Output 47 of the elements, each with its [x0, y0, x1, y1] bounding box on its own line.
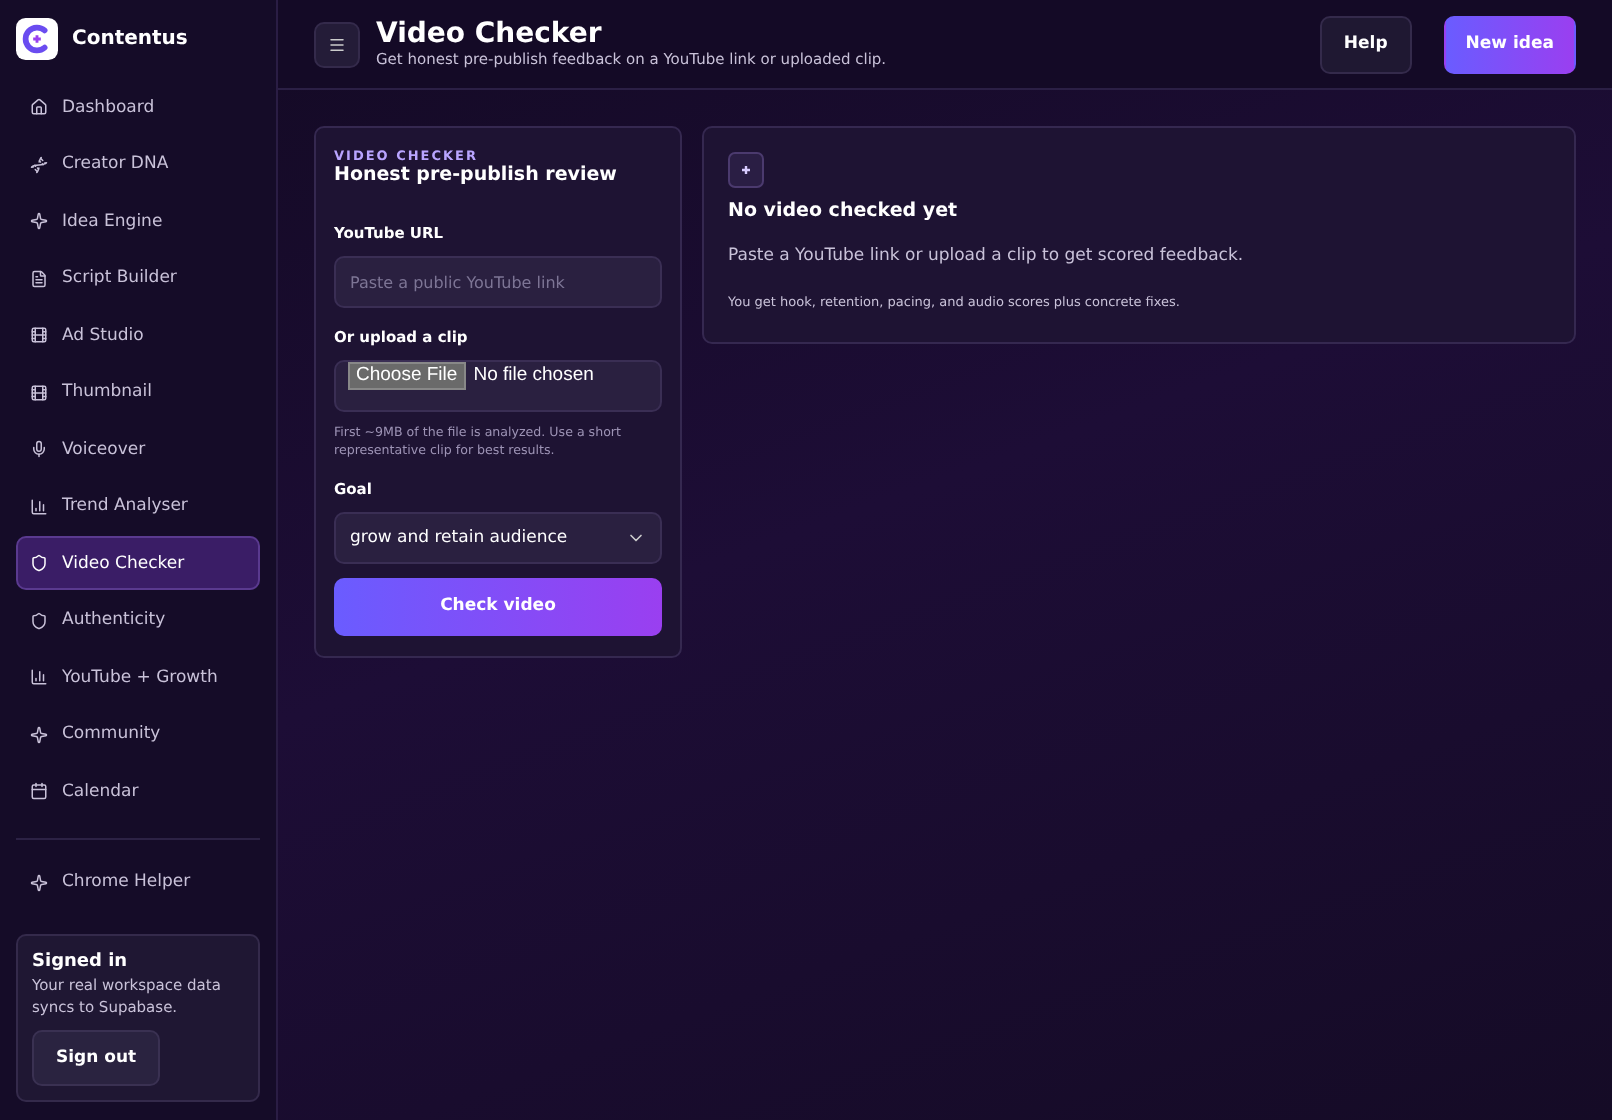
sparkle-icon — [30, 725, 48, 743]
calendar-icon — [30, 782, 48, 800]
nav-item[interactable]: Authenticity — [16, 593, 260, 647]
nav-item[interactable]: Script Builder — [16, 251, 260, 305]
shield-icon — [30, 611, 48, 629]
shield-icon — [30, 554, 48, 572]
choose-file-button[interactable]: Choose File — [348, 362, 466, 390]
sparkle-icon — [30, 212, 48, 230]
bar-chart-icon — [30, 497, 48, 515]
empty-title: No video checked yet — [728, 200, 960, 222]
nav-item[interactable]: Calendar — [16, 764, 260, 818]
secondary-button[interactable]: Help — [1319, 15, 1412, 73]
film-icon — [30, 383, 48, 401]
nav-item[interactable]: Thumbnail — [16, 365, 260, 419]
menu-icon — [328, 35, 346, 53]
sparkle-icon — [30, 873, 48, 891]
select-value: grow and retain audience — [350, 527, 568, 548]
sign-out-button[interactable]: Sign out — [32, 1030, 161, 1086]
nav-item[interactable]: Dashboard — [16, 80, 260, 134]
nav-item[interactable]: Ad Studio — [16, 308, 260, 362]
plus-icon — [728, 152, 764, 188]
goal-select[interactable]: grow and retain audience — [334, 511, 662, 564]
nav-item[interactable]: Video Checker — [16, 536, 260, 590]
url-field[interactable]: Paste a public YouTube link — [334, 256, 662, 308]
logo-icon — [16, 18, 58, 60]
film-icon — [30, 326, 48, 344]
card-title: Honest pre-publish review — [334, 164, 619, 186]
brand-name: Contentus — [72, 28, 188, 50]
home-icon — [30, 98, 48, 116]
microphone-icon — [30, 440, 48, 458]
check-video-button[interactable]: Check video — [334, 577, 662, 636]
bar-chart-icon — [30, 668, 48, 686]
primary-button[interactable]: New idea — [1443, 15, 1576, 73]
file-status: No file chosen — [473, 362, 594, 390]
nav-item[interactable]: Creator DNA — [16, 137, 260, 191]
nav-item[interactable]: Voiceover — [16, 422, 260, 476]
menu-button[interactable] — [314, 21, 360, 67]
page-title: Video Checker — [376, 19, 604, 51]
nav-item[interactable]: Community — [16, 707, 260, 761]
empty-text: Paste a YouTube link or upload a clip to get scored feedback. — [728, 246, 1246, 266]
file-field[interactable]: Choose File No file chosen — [334, 360, 662, 412]
document-icon — [30, 269, 48, 287]
nav-item[interactable]: Chrome Helper — [16, 855, 260, 909]
nav-item[interactable]: Trend Analyser — [16, 479, 260, 533]
nav-item[interactable]: Idea Engine — [16, 194, 260, 248]
nav-item[interactable]: YouTube + Growth — [16, 650, 260, 704]
account-title: Signed in — [32, 952, 128, 973]
